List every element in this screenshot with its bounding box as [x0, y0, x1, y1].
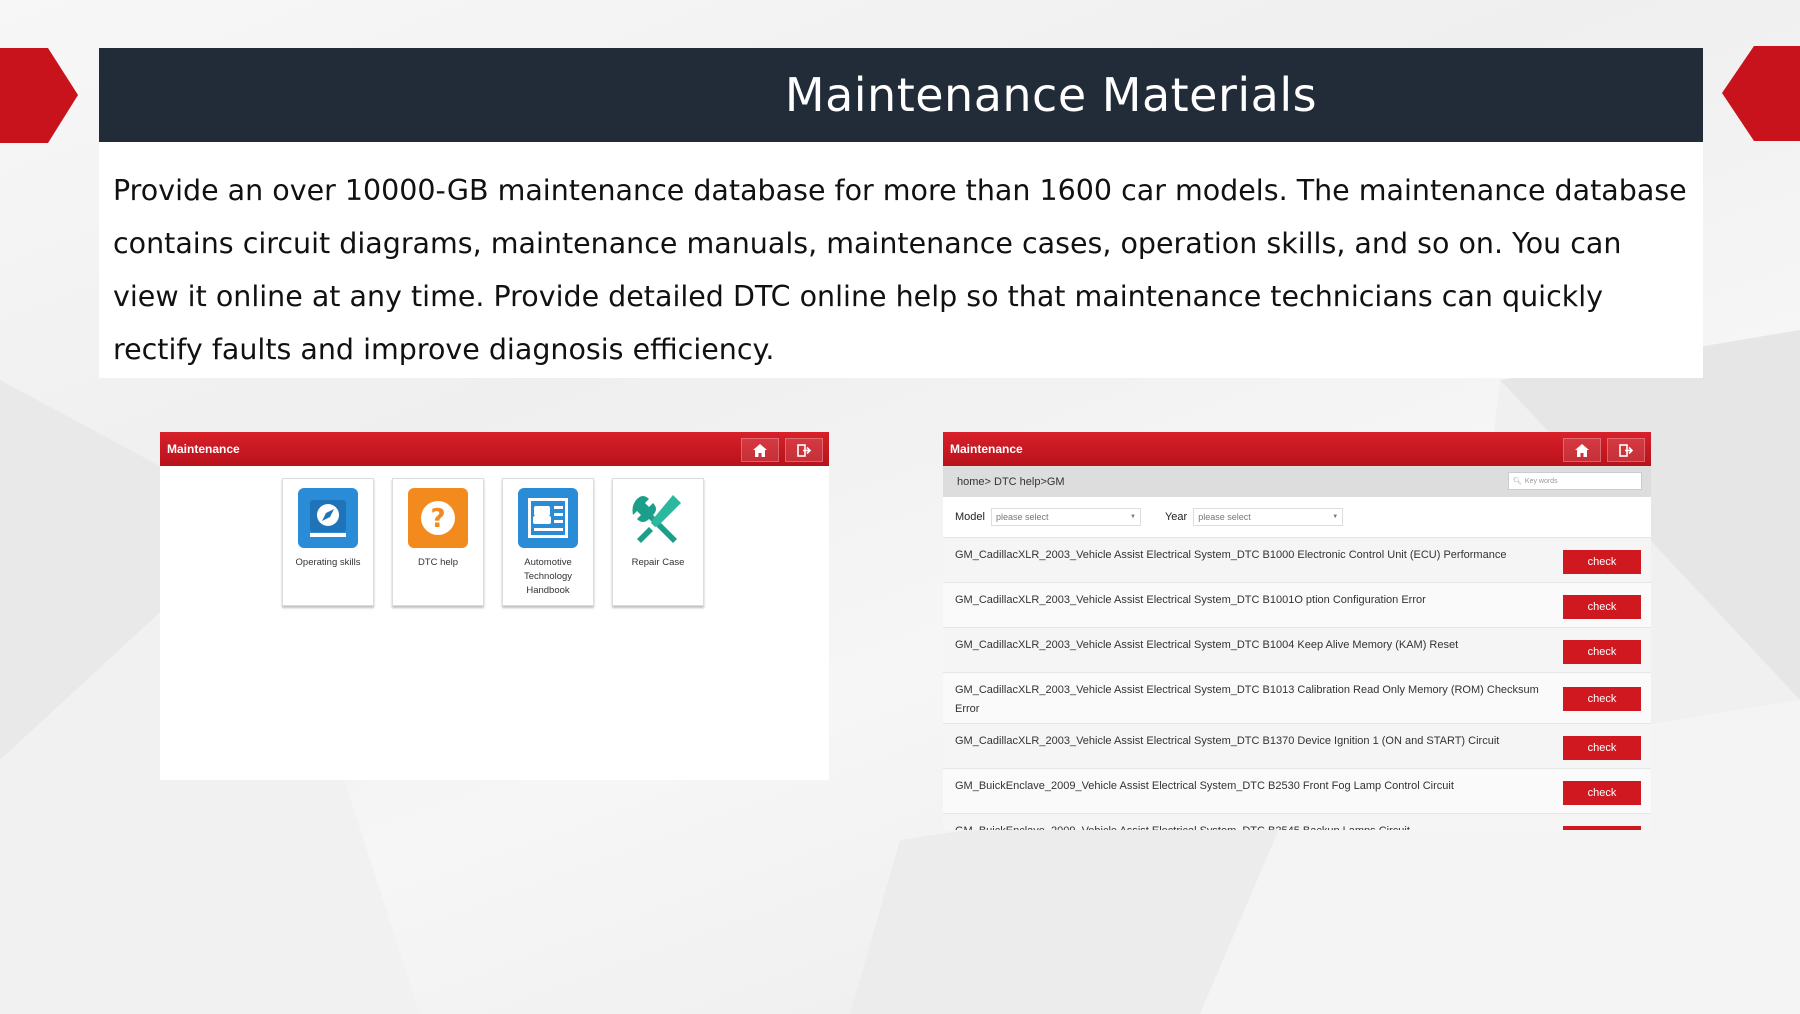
model-select[interactable]: please select ▼ [990, 508, 1141, 526]
model-select-value: please select [995, 512, 1049, 522]
app-title: Maintenance [167, 442, 240, 456]
home-icon[interactable] [741, 438, 779, 462]
check-button[interactable]: check [1563, 736, 1641, 760]
right-arrow-decoration [1722, 46, 1800, 141]
intro-text: Provide an over 10000-GB maintenance dat… [113, 174, 1687, 366]
check-button[interactable]: check [1563, 550, 1641, 574]
check-button[interactable]: check [1563, 640, 1641, 664]
chevron-down-icon: ▼ [1332, 514, 1339, 520]
tile-label: Automotive Technology Handbook [523, 557, 573, 596]
year-select[interactable]: please select ▼ [1193, 508, 1344, 526]
search-placeholder: Key words [1524, 477, 1558, 485]
dtc-title: GM_CadillacXLR_2003_Vehicle Assist Elect… [955, 594, 1426, 606]
dtc-title: GM_BuickEnclave_2009_Vehicle Assist Elec… [955, 822, 1545, 830]
list-item: GM_BuickEnclave_2009_Vehicle Assist Elec… [943, 814, 1651, 830]
left-arrow-decoration [0, 48, 78, 143]
exit-icon[interactable] [785, 438, 823, 462]
filter-bar: Model please select ▼ Year please select… [943, 497, 1651, 538]
chevron-down-icon: ▼ [1130, 514, 1136, 520]
title-bar: Maintenance Materials [99, 48, 1703, 142]
list-item: GM_CadillacXLR_2003_Vehicle Assist Elect… [943, 583, 1651, 628]
breadcrumb[interactable]: home> DTC help>GM [943, 476, 1065, 488]
tile-automotive-handbook[interactable]: Automotive Technology Handbook [502, 478, 594, 606]
dtc-help-screenshot: Maintenance home> DTC help>GM 🔍︎ Key wor… [943, 432, 1651, 830]
list-item: GM_CadillacXLR_2003_Vehicle Assist Elect… [943, 673, 1651, 724]
wrench-screwdriver-icon [628, 488, 688, 548]
dtc-title: GM_BuickEnclave_2009_Vehicle Assist Elec… [955, 780, 1454, 792]
tile-label: DTC help [417, 557, 459, 568]
svg-text:?: ? [430, 504, 445, 534]
year-label: Year [1164, 511, 1188, 523]
car-manual-icon [518, 488, 578, 548]
tile-operating-skills[interactable]: Operating skills [282, 478, 374, 606]
app-title: Maintenance [950, 442, 1023, 456]
check-button[interactable]: check [1563, 687, 1641, 711]
dtc-list: GM_CadillacXLR_2003_Vehicle Assist Elect… [943, 538, 1651, 830]
list-item: GM_CadillacXLR_2003_Vehicle Assist Elect… [943, 628, 1651, 673]
home-icon[interactable] [1563, 438, 1601, 462]
check-button[interactable]: check [1563, 781, 1641, 805]
tile-label: Repair Case [631, 557, 685, 568]
intro-panel: Provide an over 10000-GB maintenance dat… [99, 142, 1703, 378]
dtc-title: GM_CadillacXLR_2003_Vehicle Assist Elect… [955, 639, 1459, 651]
year-select-value: please select [1198, 512, 1251, 522]
list-item: GM_CadillacXLR_2003_Vehicle Assist Elect… [943, 538, 1651, 583]
dtc-title: GM_CadillacXLR_2003_Vehicle Assist Elect… [955, 549, 1507, 561]
maintenance-home-screenshot: Maintenance Operating skills ? DTC help [160, 432, 829, 780]
search-icon: 🔍︎ [1513, 478, 1522, 485]
tile-label: Operating skills [295, 557, 361, 568]
dtc-title: GM_CadillacXLR_2003_Vehicle Assist Elect… [955, 684, 1539, 715]
breadcrumb-bar: home> DTC help>GM 🔍︎ Key words [943, 466, 1651, 497]
check-button[interactable]: check [1563, 595, 1641, 619]
compass-book-icon [298, 488, 358, 548]
model-label: Model [955, 511, 985, 523]
check-button[interactable]: check [1563, 826, 1641, 830]
dtc-title: GM_CadillacXLR_2003_Vehicle Assist Elect… [955, 735, 1500, 747]
tile-repair-case[interactable]: Repair Case [612, 478, 704, 606]
list-item: GM_CadillacXLR_2003_Vehicle Assist Elect… [943, 724, 1651, 769]
app-header: Maintenance [943, 432, 1651, 466]
exit-icon[interactable] [1607, 438, 1645, 462]
tile-dtc-help[interactable]: ? DTC help [392, 478, 484, 606]
slide-title: Maintenance Materials [784, 68, 1318, 122]
app-header: Maintenance [160, 432, 829, 466]
search-input[interactable]: 🔍︎ Key words [1508, 472, 1642, 490]
question-icon: ? [408, 488, 468, 548]
list-item: GM_BuickEnclave_2009_Vehicle Assist Elec… [943, 769, 1651, 814]
